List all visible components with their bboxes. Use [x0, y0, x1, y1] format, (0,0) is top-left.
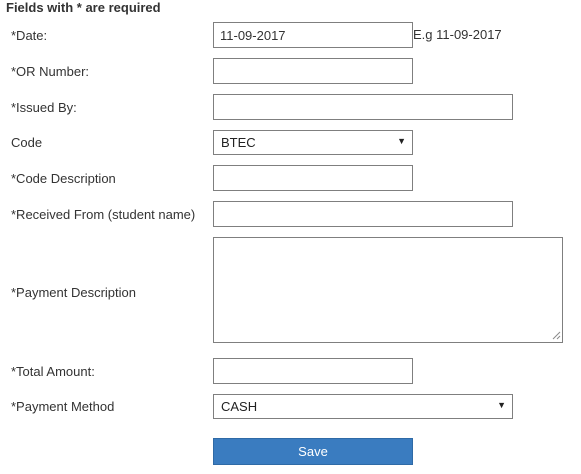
code-select[interactable]: BTEC ▼ [213, 130, 413, 155]
payment-description-textarea[interactable] [213, 237, 563, 343]
chevron-down-icon: ▼ [397, 136, 406, 146]
received-from-label: *Received From (student name) [11, 207, 196, 222]
date-input[interactable] [213, 22, 413, 48]
code-selected-value: BTEC [221, 135, 256, 150]
payment-description-label: *Payment Description [11, 285, 136, 300]
code-description-input[interactable] [213, 165, 413, 191]
or-number-label: *OR Number: [11, 64, 90, 79]
payment-method-selected-value: CASH [221, 399, 258, 414]
issued-by-label: *Issued By: [11, 100, 77, 115]
total-amount-input[interactable] [213, 358, 413, 384]
payment-method-label: *Payment Method [11, 399, 115, 414]
date-label: *Date: [11, 28, 48, 43]
date-example-hint: E.g 11-09-2017 [413, 27, 502, 42]
code-label: Code [11, 135, 43, 150]
or-number-input[interactable] [213, 58, 413, 84]
save-button[interactable]: Save [213, 438, 413, 465]
code-description-label: *Code Description [11, 171, 116, 186]
payment-method-select[interactable]: CASH ▼ [213, 394, 513, 419]
required-fields-note: Fields with * are required [6, 0, 161, 15]
total-amount-label: *Total Amount: [11, 364, 95, 379]
issued-by-input[interactable] [213, 94, 513, 120]
received-from-input[interactable] [213, 201, 513, 227]
chevron-down-icon: ▼ [497, 400, 506, 410]
